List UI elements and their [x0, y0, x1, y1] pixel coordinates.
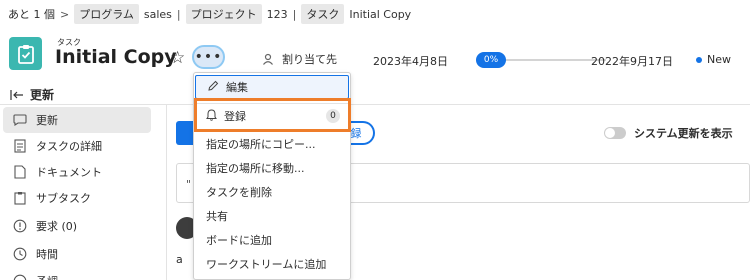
progress-percent: 0%	[476, 52, 506, 68]
breadcrumb-pipe: |	[176, 7, 181, 21]
sidebar-item-more[interactable]: 予調	[3, 268, 151, 280]
task-clipboard-icon	[9, 37, 42, 70]
assign-field[interactable]: 割り当て先	[262, 51, 337, 67]
sidebar-item-documents[interactable]: ドキュメント	[3, 159, 151, 185]
breadcrumb: あと 1 個 > プログラム sales | プロジェクト 123 | タスク …	[8, 3, 411, 25]
sidebar-item-label: タスクの詳細	[36, 140, 102, 153]
breadcrumb-project-tag: プロジェクト	[185, 4, 262, 24]
more-icon	[12, 273, 28, 280]
collapse-panel-icon[interactable]	[10, 89, 24, 101]
breadcrumb-more[interactable]: あと 1 個	[8, 6, 55, 22]
sidebar-item-label: 更新	[36, 114, 58, 127]
pencil-icon	[208, 80, 219, 94]
sidebar-item-label: 予調	[36, 273, 58, 280]
breadcrumb-program-tag: プログラム	[74, 4, 139, 24]
sidebar-divider	[166, 104, 167, 280]
clipboard-check-icon	[17, 44, 34, 64]
menu-item-add-to-board[interactable]: ボードに追加	[194, 228, 350, 252]
divider	[0, 104, 750, 105]
breadcrumb-program-link[interactable]: sales	[144, 8, 172, 21]
sidebar-item-label: サブタスク	[36, 192, 91, 205]
page-title[interactable]: Initial Copy	[55, 46, 177, 68]
sidebar-item-task-details[interactable]: タスクの詳細	[3, 133, 151, 159]
star-icon[interactable]: ☆	[170, 48, 185, 68]
comment-text: a	[176, 253, 183, 266]
primary-button[interactable]	[176, 121, 194, 145]
breadcrumb-separator: >	[60, 7, 70, 21]
progress-bar[interactable]: 0%	[476, 52, 606, 68]
menu-item-move-to[interactable]: 指定の場所に移動...	[194, 156, 350, 180]
menu-item-label: 編集	[226, 81, 248, 94]
menu-item-share[interactable]: 共有	[194, 204, 350, 228]
sidebar-item-subtasks[interactable]: サブタスク	[3, 185, 151, 211]
menu-item-add-to-workstream[interactable]: ワークストリームに追加	[194, 252, 350, 276]
status-text: New	[707, 53, 731, 66]
system-updates-label: システム更新を表示	[634, 127, 733, 140]
end-date[interactable]: 2022年9月17日	[591, 53, 673, 69]
assign-label: 割り当て先	[282, 53, 337, 66]
clock-icon	[12, 246, 28, 262]
start-date[interactable]: 2023年4月8日	[373, 53, 448, 69]
breadcrumb-pipe: |	[292, 7, 297, 21]
section-header: 更新	[10, 86, 54, 103]
breadcrumb-task-link[interactable]: Initial Copy	[349, 8, 411, 21]
sidebar-item-updates[interactable]: 更新	[3, 107, 151, 133]
clipboard-icon	[12, 190, 28, 206]
sidebar-item-label: 時間	[36, 248, 58, 261]
status-dot-icon	[696, 56, 702, 63]
document-icon	[12, 138, 28, 154]
person-icon	[263, 53, 273, 65]
menu-item-copy-to[interactable]: 指定の場所にコピー...	[194, 132, 350, 156]
system-updates-toggle[interactable]	[604, 127, 626, 139]
sidebar-item-time[interactable]: 時間	[3, 241, 151, 267]
breadcrumb-project-link[interactable]: 123	[267, 8, 288, 21]
menu-item-delete-task[interactable]: タスクを削除	[194, 180, 350, 204]
highlight-frame	[194, 98, 351, 132]
section-title: 更新	[30, 88, 55, 102]
file-icon	[12, 164, 28, 180]
sidebar-item-label: ドキュメント	[36, 166, 102, 179]
comment-placeholder: "	[186, 178, 192, 191]
status-badge[interactable]: New	[696, 53, 731, 66]
more-options-button[interactable]: •••	[192, 45, 225, 69]
speech-bubble-icon	[12, 112, 28, 128]
menu-item-edit[interactable]: 編集	[195, 75, 349, 99]
sidebar-item-label: 要求 (0)	[36, 220, 78, 233]
alert-icon	[12, 218, 28, 234]
breadcrumb-task-tag: タスク	[301, 4, 345, 24]
sidebar-item-requests[interactable]: 要求 (0)	[3, 213, 151, 239]
